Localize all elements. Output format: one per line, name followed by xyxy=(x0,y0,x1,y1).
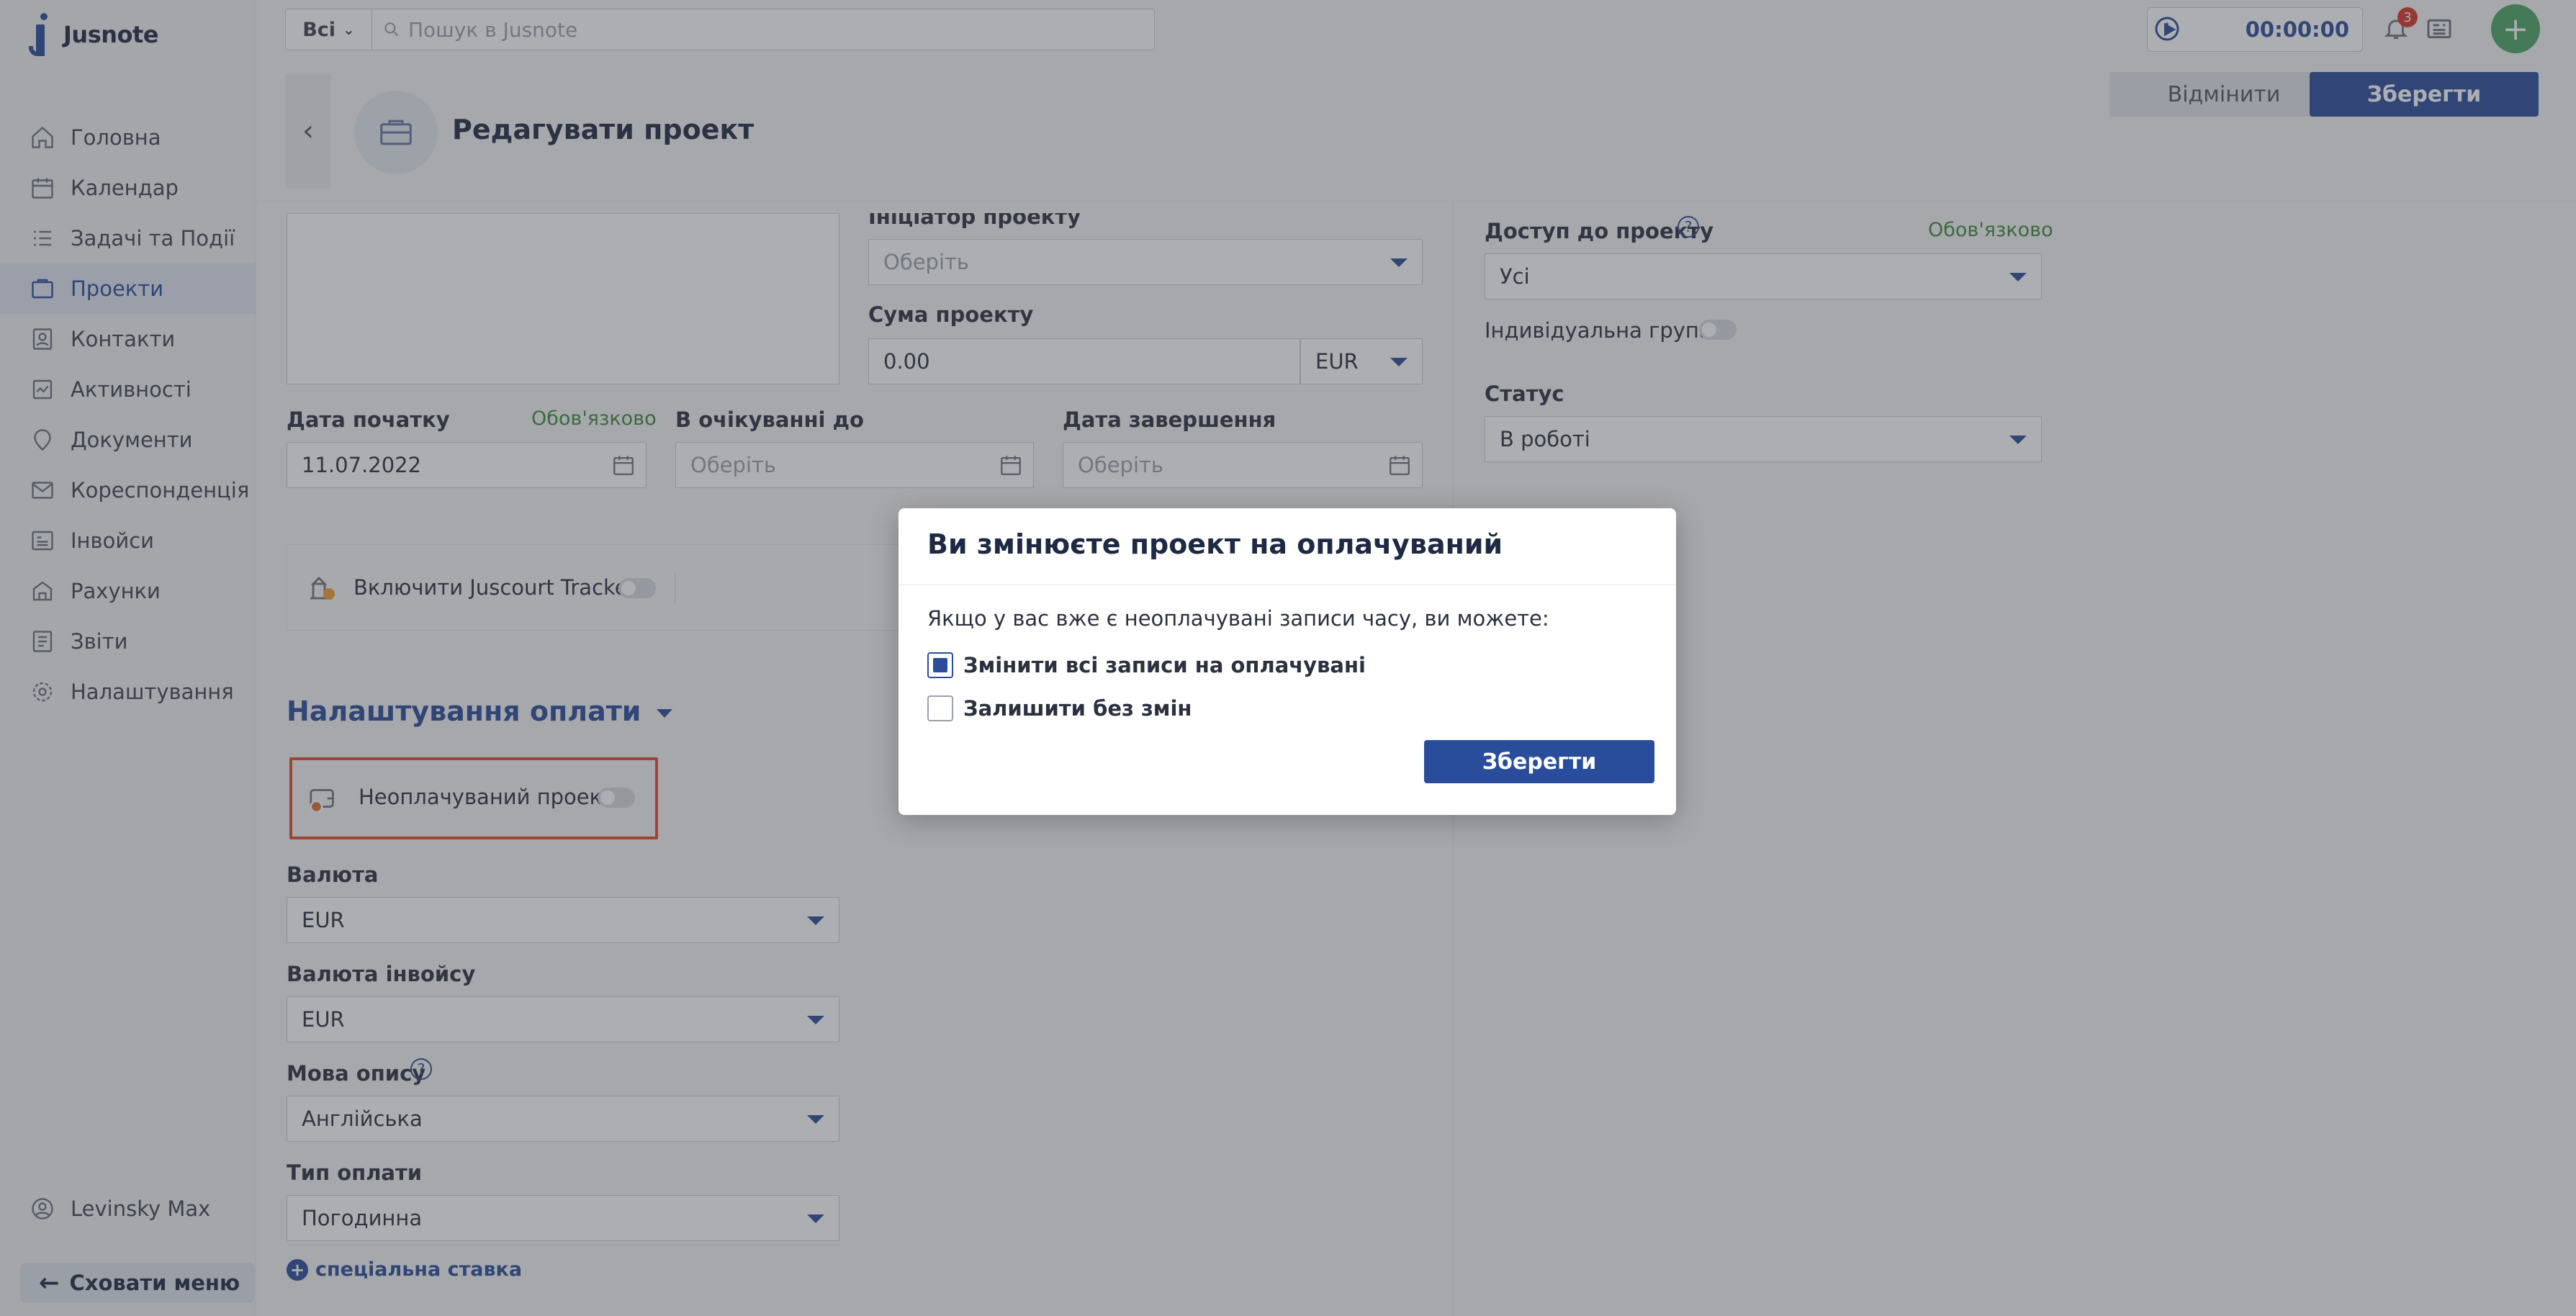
option-change-all-checkbox[interactable] xyxy=(927,652,953,678)
confirm-paid-project-modal: Ви змінюєте проект на оплачуваний Якщо у… xyxy=(899,508,1676,815)
option-change-all[interactable]: Змінити всі записи на оплачувані xyxy=(927,652,1366,678)
modal-save-button[interactable]: Зберегти xyxy=(1424,740,1654,783)
modal-title: Ви змінюєте проект на оплачуваний xyxy=(927,528,1503,560)
option-keep-label: Залишити без змін xyxy=(963,696,1192,721)
modal-description: Якщо у вас вже є неоплачувані записи час… xyxy=(927,606,1549,631)
option-change-all-label: Змінити всі записи на оплачувані xyxy=(963,653,1366,677)
option-keep[interactable]: Залишити без змін xyxy=(927,695,1192,721)
option-keep-checkbox[interactable] xyxy=(927,695,953,721)
